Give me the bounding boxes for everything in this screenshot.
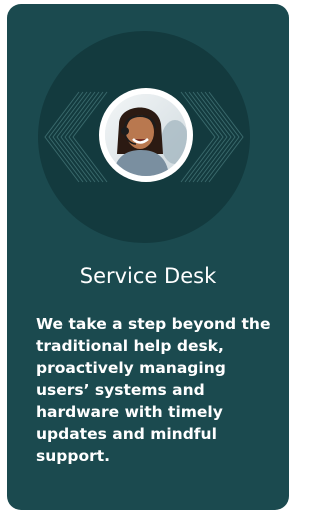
support-agent-photo bbox=[99, 88, 193, 182]
support-agent-illustration bbox=[105, 94, 187, 176]
service-card: Service Desk We take a step beyond the t… bbox=[7, 4, 289, 510]
service-title: Service Desk bbox=[79, 264, 217, 288]
service-description: We take a step beyond the traditional he… bbox=[36, 315, 271, 465]
